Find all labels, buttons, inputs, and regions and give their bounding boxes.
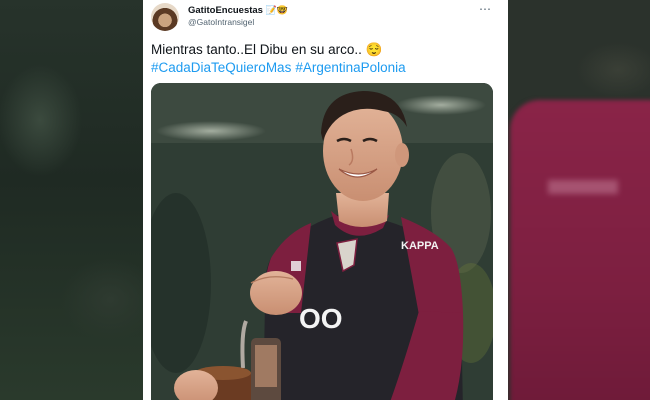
author-name[interactable]: GatitoEncuestas 📝🤓: [188, 5, 288, 16]
photo-illustration: KAPPA OO: [151, 83, 493, 400]
background-blur-right: [508, 0, 650, 400]
author-handle[interactable]: @GatoIntransigel: [188, 17, 254, 27]
jersey-text: OO: [299, 303, 343, 334]
background-shirt: [510, 100, 650, 400]
tweet-card[interactable]: GatitoEncuestas 📝🤓 @GatoIntransigel ⋯ Mi…: [143, 0, 508, 400]
tweet-body: Mientras tanto..El Dibu en su arco.. 😌: [151, 42, 383, 57]
tweet-text: Mientras tanto..El Dibu en su arco.. 😌 #…: [151, 41, 501, 77]
more-options-icon[interactable]: ⋯: [479, 2, 492, 16]
background-shirt-stripe: [548, 180, 618, 194]
tweet-photo[interactable]: KAPPA OO: [151, 83, 493, 400]
background-blur-left: [0, 0, 143, 400]
avatar[interactable]: [151, 3, 179, 31]
svg-text:KAPPA: KAPPA: [401, 240, 439, 252]
hashtag-list: #CadaDiaTeQuieroMas #ArgentinaPolonia: [151, 59, 501, 77]
hashtag-link[interactable]: #CadaDiaTeQuieroMas: [151, 60, 291, 75]
author-emojis: 📝🤓: [265, 5, 289, 15]
author-name-text[interactable]: GatitoEncuestas: [188, 5, 263, 16]
hashtag-link[interactable]: #ArgentinaPolonia: [295, 60, 405, 75]
